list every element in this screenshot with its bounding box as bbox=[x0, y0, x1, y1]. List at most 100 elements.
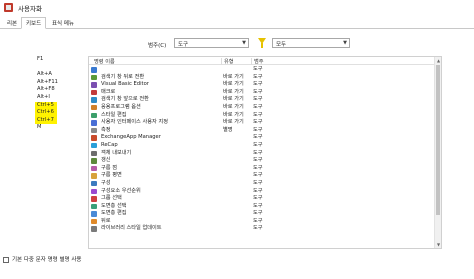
command-icon bbox=[91, 127, 97, 134]
shortcut-item[interactable]: Alt+I bbox=[35, 94, 85, 102]
filter-dropdown[interactable]: 모두 ▼ bbox=[272, 38, 350, 48]
shortcut-item[interactable]: Alt+A bbox=[35, 71, 85, 79]
command-type: 바로 가기 bbox=[223, 81, 244, 88]
shortcut-item[interactable]: Ctrl+7 bbox=[35, 116, 57, 125]
command-name: 측정 bbox=[101, 126, 111, 133]
chevron-down-icon: ▼ bbox=[343, 40, 347, 46]
command-category: 도구 bbox=[253, 141, 263, 148]
command-name: 검색기 창 앞으로 전환 bbox=[101, 96, 149, 103]
command-icon bbox=[91, 188, 97, 194]
table-row[interactable]: 라이브러리 스타일 업데이트 도구 bbox=[89, 225, 435, 233]
command-category: 도구 bbox=[253, 96, 263, 103]
command-category: 도구 bbox=[253, 225, 263, 232]
category-value: 도구 bbox=[178, 42, 189, 48]
command-icon bbox=[91, 74, 97, 81]
command-icon bbox=[91, 211, 97, 217]
tab-marking-menu[interactable]: 표식 메뉴 bbox=[48, 18, 78, 29]
default-alias-label: 기본 다중 문자 명령 별명 사용 bbox=[12, 257, 82, 263]
command-name: 갱신 bbox=[101, 157, 111, 164]
command-name: Visual Basic Editor bbox=[101, 81, 149, 88]
command-icon bbox=[91, 165, 97, 172]
command-icon bbox=[91, 158, 97, 164]
table-row[interactable]: 도구 bbox=[89, 66, 435, 74]
command-category: 도구 bbox=[253, 103, 263, 110]
command-type: 바로 가기 bbox=[223, 103, 244, 110]
category-dropdown[interactable]: 도구 ▼ bbox=[174, 38, 249, 48]
command-icon bbox=[91, 173, 97, 179]
table-row[interactable]: 구성 도구 bbox=[89, 180, 435, 188]
command-category: 도구 bbox=[253, 157, 263, 164]
shortcut-item[interactable]: Alt+F11 bbox=[35, 79, 85, 87]
window-title: 사용자화 bbox=[18, 5, 42, 13]
table-row[interactable]: ReCap 도구 bbox=[89, 142, 435, 150]
table-row[interactable]: 사용자 인터페이스 사용자 지정 바로 가기 도구 bbox=[89, 119, 435, 127]
table-row[interactable]: 도면층 편집 도구 bbox=[89, 210, 435, 218]
scroll-thumb[interactable] bbox=[436, 65, 440, 215]
table-row[interactable]: 갱신 도구 bbox=[89, 157, 435, 165]
command-icon bbox=[91, 142, 97, 149]
shortcut-item[interactable]: Alt+F8 bbox=[35, 86, 85, 94]
command-icon bbox=[91, 112, 97, 119]
command-name: 구름 평면 bbox=[101, 172, 122, 179]
keyboard-panel: 범주(C) 도구 ▼ 모두 ▼ F1 Alt+A Alt+F11 Alt+F8 Alt+… bbox=[0, 29, 474, 279]
table-row[interactable]: 객체 내보내기 도구 bbox=[89, 150, 435, 158]
table-row[interactable]: ExchangeApp Manager 도구 bbox=[89, 134, 435, 142]
command-icon bbox=[91, 89, 97, 96]
command-category: 도구 bbox=[253, 172, 263, 179]
tab-keyboard[interactable]: 키보드 bbox=[21, 17, 47, 29]
command-name: 라이브러리 스타일 업데이트 bbox=[101, 225, 162, 232]
default-alias-checkbox[interactable] bbox=[3, 256, 9, 263]
command-icon bbox=[91, 82, 97, 88]
command-icon bbox=[91, 135, 97, 141]
footer: 기본 다중 문자 명령 별명 사용 bbox=[3, 255, 81, 263]
command-name: 사용자 인터페이스 사용자 지정 bbox=[101, 119, 168, 126]
command-icon bbox=[91, 97, 97, 103]
command-category: 도구 bbox=[253, 134, 263, 141]
command-icon bbox=[91, 203, 97, 210]
command-icon bbox=[91, 218, 97, 225]
command-type: 바로 가기 bbox=[223, 96, 244, 103]
shortcut-item[interactable]: Ctrl+6 bbox=[35, 109, 57, 117]
command-icon bbox=[91, 196, 97, 202]
command-icon bbox=[91, 120, 97, 126]
app-icon bbox=[4, 3, 13, 12]
shortcut-list: F1 Alt+A Alt+F11 Alt+F8 Alt+I Ctrl+5 Ctrl+6 Ctr… bbox=[35, 56, 85, 132]
command-icon bbox=[91, 180, 97, 187]
command-name: 응용프로그램 옵션 bbox=[101, 103, 141, 110]
scroll-down-icon[interactable]: ▼ bbox=[436, 242, 441, 247]
table-row[interactable]: Visual Basic Editor 바로 가기 도구 bbox=[89, 81, 435, 89]
command-name: 검색기 창 뒤로 전환 bbox=[101, 73, 145, 80]
command-icon bbox=[91, 104, 97, 111]
command-category: 도구 bbox=[253, 149, 263, 156]
command-name: ExchangeApp Manager bbox=[101, 134, 161, 141]
shortcut-item[interactable]: Ctrl+5 bbox=[35, 101, 57, 110]
header-type[interactable]: 유형 bbox=[221, 58, 234, 65]
command-grid: 명령 이름 유형 범주 도구 검색기 창 뒤로 전환 바로 가기 도구 Visual B… bbox=[88, 56, 442, 249]
header-command-name[interactable]: 명령 이름 bbox=[94, 58, 115, 65]
shortcut-item[interactable]: F1 bbox=[35, 56, 85, 64]
chevron-down-icon: ▼ bbox=[242, 40, 246, 46]
shortcut-item[interactable]: M bbox=[35, 124, 85, 132]
command-type: 바로 가기 bbox=[223, 119, 244, 126]
grid-rows: 도구 검색기 창 뒤로 전환 바로 가기 도구 Visual Basic Editor 바… bbox=[89, 66, 435, 233]
table-row[interactable]: 검색기 창 앞으로 전환 바로 가기 도구 bbox=[89, 96, 435, 104]
command-icon bbox=[91, 67, 97, 73]
command-category: 도구 bbox=[253, 195, 263, 202]
tab-ribbon[interactable]: 리본 bbox=[3, 18, 21, 29]
shortcut-item[interactable] bbox=[35, 64, 85, 72]
command-category: 도구 bbox=[253, 179, 263, 186]
tab-bar: 리본 키보드 표식 메뉴 bbox=[0, 17, 474, 29]
grid-header: 명령 이름 유형 범주 bbox=[89, 57, 435, 65]
command-category: 도구 bbox=[253, 81, 263, 88]
table-row[interactable]: 구성요소 우선순위 도구 bbox=[89, 188, 435, 196]
table-row[interactable]: 구름 평면 도구 bbox=[89, 172, 435, 180]
title-bar: 사용자화 bbox=[0, 0, 474, 15]
command-name: 그룹 선택 bbox=[101, 195, 122, 202]
table-row[interactable]: 응용프로그램 옵션 바로 가기 도구 bbox=[89, 104, 435, 112]
command-name: ReCap bbox=[101, 141, 118, 148]
header-category[interactable]: 범주 bbox=[251, 58, 264, 65]
filter-icon[interactable] bbox=[258, 38, 266, 48]
table-row[interactable]: 그룹 선택 도구 bbox=[89, 195, 435, 203]
scroll-up-icon[interactable]: ▲ bbox=[436, 58, 441, 63]
vertical-scrollbar[interactable]: ▲ ▼ bbox=[434, 57, 441, 248]
